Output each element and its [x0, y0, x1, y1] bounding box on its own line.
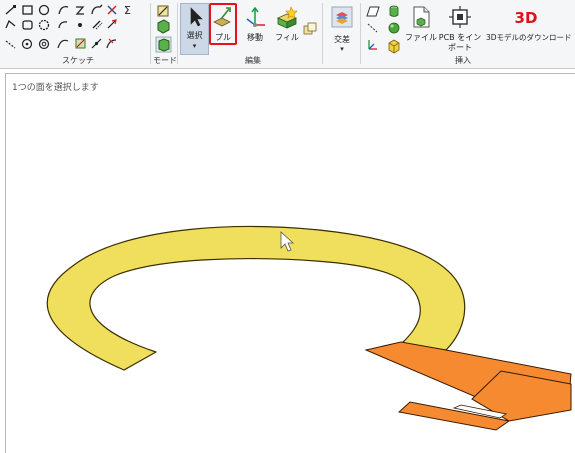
select-button[interactable]: 選択 ▾	[180, 3, 209, 55]
separator	[360, 3, 361, 64]
group-label-mode: モード	[153, 56, 177, 65]
download-3d-label: 3Dモデルのダウンロード	[486, 33, 572, 42]
sphere-icon[interactable]	[388, 22, 400, 34]
group-label-sketch: スケッチ	[62, 56, 94, 65]
polyline-tool-icon[interactable]	[5, 19, 16, 29]
ribbon-toolbar: Σ スケッチ モード 選択 ▾ プル 移動 フィル 編集 交差 ▾ ファイル P…	[0, 0, 575, 69]
rounded-rect-icon[interactable]	[22, 20, 33, 30]
3d-mode-icon[interactable]	[155, 36, 172, 53]
sum-tool-icon[interactable]: Σ	[124, 4, 131, 17]
origin-icon[interactable]	[368, 40, 377, 50]
combine-small-button[interactable]	[303, 22, 317, 36]
pcb-import-button[interactable]: PCB をイン ポート	[439, 5, 481, 52]
3d-logo-text: 3D	[515, 9, 538, 27]
split-line-icon[interactable]	[91, 38, 102, 49]
shell-icon[interactable]	[388, 39, 400, 54]
cursor-arrow-icon	[190, 7, 203, 27]
intersect-icon	[331, 6, 353, 28]
rectangle-tool-icon[interactable]	[22, 5, 33, 15]
project-tool-icon[interactable]	[75, 38, 86, 49]
select-dropdown-arrow[interactable]: ▾	[181, 42, 208, 51]
axis-line-icon[interactable]	[367, 23, 378, 33]
trim-tool-icon[interactable]	[107, 5, 117, 15]
cylinder-icon[interactable]	[389, 5, 399, 17]
bend-tool-icon[interactable]	[106, 38, 117, 49]
section-mode-icon[interactable]	[157, 19, 170, 34]
file-insert-button[interactable]: ファイル	[405, 5, 437, 42]
pcb-import-label-line1: PCB をイン	[438, 33, 482, 42]
sum-glyph: Σ	[124, 4, 131, 17]
intersect-label: 交差	[334, 35, 350, 44]
group-label-edit: 編集	[245, 56, 261, 65]
polygon-tool-icon[interactable]	[21, 38, 33, 50]
line-tool-icon[interactable]	[5, 5, 16, 15]
spline-tool-icon[interactable]	[75, 6, 85, 15]
tangent-arc-icon[interactable]	[91, 4, 103, 15]
sketch-tools-grid: Σ	[3, 4, 153, 54]
3d-download-icon: 3D	[515, 9, 538, 27]
move-button[interactable]: 移動	[243, 5, 267, 42]
arc-tool-icon[interactable]	[58, 6, 69, 15]
pull-button-highlight	[209, 3, 237, 45]
plane-icon[interactable]	[366, 6, 380, 17]
intersect-dropdown-arrow[interactable]: ▾	[328, 45, 356, 54]
sketch-mode-icon[interactable]	[157, 5, 169, 17]
file-icon	[413, 6, 430, 28]
file-label: ファイル	[405, 33, 437, 42]
mode-tools	[155, 4, 175, 54]
separator	[322, 3, 323, 64]
offset-tool-icon[interactable]	[92, 20, 103, 30]
three-point-arc-icon[interactable]	[57, 39, 69, 49]
fill-tool-icon	[277, 6, 298, 29]
sweep-arc-icon[interactable]	[58, 21, 68, 29]
insert-small-tools	[364, 4, 406, 54]
circle-tool-icon[interactable]	[38, 4, 50, 16]
concentric-circle-icon[interactable]	[38, 38, 50, 50]
fill-label: フィル	[275, 33, 299, 42]
3d-viewport[interactable]: 1つの面を選択します	[5, 73, 575, 453]
select-label: 選択	[186, 31, 203, 40]
intersect-button[interactable]: 交差 ▾	[330, 5, 354, 53]
extend-tool-icon[interactable]	[107, 19, 117, 29]
ellipse-tool-icon[interactable]	[38, 19, 50, 31]
combine-icon	[303, 22, 317, 35]
download-3d-model-button[interactable]: 3D 3Dモデルのダウンロード	[486, 5, 572, 42]
model-scene	[46, 225, 572, 431]
group-label-insert: 挿入	[455, 56, 471, 65]
point-tool-icon[interactable]	[78, 23, 82, 27]
separator	[150, 3, 151, 64]
pcb-chip-icon	[449, 6, 471, 28]
pcb-import-label-line2: ポート	[448, 43, 472, 52]
fill-button[interactable]: フィル	[275, 5, 299, 42]
separator	[177, 3, 178, 64]
construction-line-icon[interactable]	[5, 40, 16, 49]
move-label: 移動	[247, 33, 263, 42]
move-tool-icon	[246, 6, 265, 27]
